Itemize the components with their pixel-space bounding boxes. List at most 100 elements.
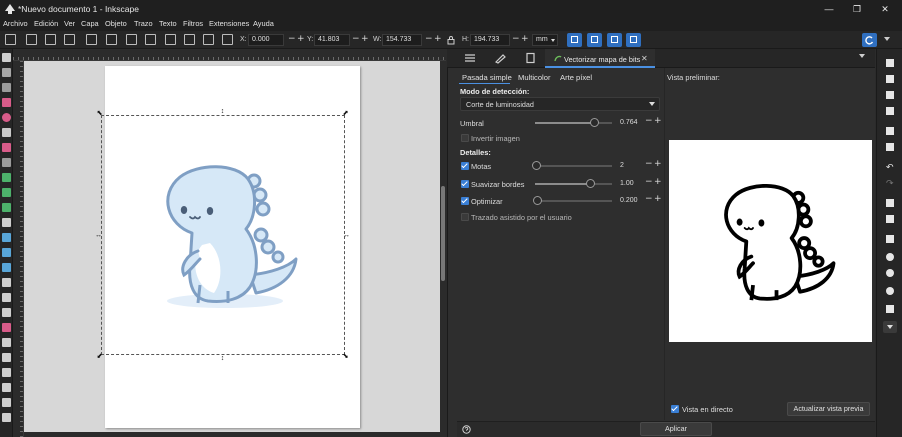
- zoom-icon[interactable]: [2, 338, 11, 347]
- lock-icon[interactable]: [446, 35, 456, 45]
- smooth-slider-track[interactable]: [535, 183, 612, 185]
- dropper-icon[interactable]: [2, 248, 11, 257]
- h-decrement[interactable]: −: [512, 34, 520, 44]
- optimize-value[interactable]: 0.200: [620, 197, 638, 204]
- document-properties-tab-icon[interactable]: [523, 52, 537, 64]
- scale-stroke-toggle[interactable]: [567, 33, 582, 47]
- spray-icon[interactable]: [2, 293, 11, 302]
- open-icon[interactable]: [886, 75, 894, 83]
- speckles-slider-knob[interactable]: [532, 161, 541, 170]
- unit-select[interactable]: mm: [532, 34, 558, 46]
- ellipse-icon[interactable]: [2, 113, 11, 122]
- menu-ayuda[interactable]: Ayuda: [253, 19, 274, 28]
- y-decrement[interactable]: −: [352, 34, 360, 44]
- copy-icon[interactable]: [886, 199, 894, 207]
- w-decrement[interactable]: −: [425, 34, 433, 44]
- scale-handle-se[interactable]: ⬊: [342, 353, 349, 360]
- y-field[interactable]: 41.803: [314, 34, 350, 46]
- lower-to-bottom-icon[interactable]: [203, 34, 214, 45]
- paint-bucket-icon[interactable]: [2, 263, 11, 272]
- move-patterns-toggle[interactable]: [626, 33, 641, 47]
- zoom-width-icon[interactable]: [886, 287, 894, 295]
- menu-capa[interactable]: Capa: [81, 19, 99, 28]
- threshold-slider-knob[interactable]: [590, 118, 599, 127]
- minimize-button[interactable]: —: [818, 2, 840, 16]
- scrollbar-thumb[interactable]: [441, 186, 445, 281]
- subtab-pasada-simple[interactable]: Pasada simple: [462, 73, 512, 82]
- tab-vectorizar[interactable]: Vectorizar mapa de bits ✕: [545, 49, 655, 68]
- maximize-button[interactable]: ❐: [846, 2, 868, 16]
- connector-icon[interactable]: [2, 308, 11, 317]
- paste-icon[interactable]: [886, 215, 894, 223]
- tweak-icon[interactable]: [2, 83, 11, 92]
- zoom-page-icon[interactable]: [886, 269, 894, 277]
- optimize-slider-track[interactable]: [535, 200, 612, 202]
- canvas-vertical-scrollbar[interactable]: [440, 61, 446, 432]
- zoom-selection-icon[interactable]: [886, 235, 894, 243]
- spiral-icon[interactable]: [2, 143, 11, 152]
- flip-horizontal-icon[interactable]: [106, 34, 117, 45]
- more-commands-button[interactable]: [883, 321, 897, 333]
- scale-handle-e[interactable]: ↔: [343, 232, 350, 239]
- menu-archivo[interactable]: Archivo: [3, 19, 28, 28]
- vertical-ruler[interactable]: [13, 61, 24, 437]
- scale-handle-ne[interactable]: ⬈: [342, 110, 349, 117]
- x-field[interactable]: 0.000: [248, 34, 284, 46]
- pen-icon[interactable]: [2, 173, 11, 182]
- selector-icon[interactable]: [2, 53, 11, 62]
- select-all-layers-icon[interactable]: [26, 34, 37, 45]
- fill-stroke-tab-icon[interactable]: [493, 52, 507, 64]
- menu-objeto[interactable]: Objeto: [105, 19, 127, 28]
- user-assisted-checkbox[interactable]: [461, 213, 469, 221]
- menu-trazo[interactable]: Trazo: [134, 19, 153, 28]
- smooth-value[interactable]: 1.00: [620, 180, 634, 187]
- threshold-increment[interactable]: +: [654, 116, 662, 126]
- deselect-icon[interactable]: [45, 34, 56, 45]
- raise-to-top-icon[interactable]: [145, 34, 156, 45]
- scale-handle-w[interactable]: ↔: [95, 232, 102, 239]
- subtab-multicolor[interactable]: Multicolor: [518, 73, 551, 82]
- smooth-increment[interactable]: +: [654, 177, 662, 187]
- optimize-increment[interactable]: +: [654, 194, 662, 204]
- h-field[interactable]: 194.733: [470, 34, 510, 46]
- menu-ver[interactable]: Ver: [64, 19, 75, 28]
- tab-close-icon[interactable]: ✕: [641, 54, 648, 63]
- import-icon[interactable]: [886, 127, 894, 135]
- threshold-decrement[interactable]: −: [645, 116, 653, 126]
- subtab-arte-pixel[interactable]: Arte píxel: [560, 73, 592, 82]
- threshold-value[interactable]: 0.764: [620, 119, 638, 126]
- raise-icon[interactable]: [165, 34, 176, 45]
- rect-icon[interactable]: [2, 98, 11, 107]
- smooth-decrement[interactable]: −: [645, 177, 653, 187]
- h-increment[interactable]: +: [521, 34, 529, 44]
- pencil-icon[interactable]: [2, 158, 11, 167]
- scale-handle-nw[interactable]: ⬉: [96, 110, 103, 117]
- menu-texto[interactable]: Texto: [159, 19, 177, 28]
- lower-icon[interactable]: [184, 34, 195, 45]
- optimize-checkbox[interactable]: [461, 197, 469, 205]
- invert-checkbox[interactable]: [461, 134, 469, 142]
- canvas-horizontal-scrollbar[interactable]: [24, 432, 440, 437]
- scale-handle-sw[interactable]: ⬋: [96, 353, 103, 360]
- flip-vertical-icon[interactable]: [126, 34, 137, 45]
- tool-extra-icon[interactable]: [2, 353, 11, 362]
- export-icon[interactable]: [886, 143, 894, 151]
- apply-button[interactable]: Aplicar: [640, 422, 712, 436]
- move-gradients-toggle[interactable]: [607, 33, 622, 47]
- layers-tab-icon[interactable]: [463, 52, 477, 64]
- scale-corners-toggle[interactable]: [587, 33, 602, 47]
- panel-divider[interactable]: [664, 68, 665, 420]
- align-icon[interactable]: [222, 34, 233, 45]
- undo-icon[interactable]: ↶: [886, 162, 894, 173]
- menu-extensiones[interactable]: Extensiones: [209, 19, 249, 28]
- help-icon[interactable]: [462, 425, 471, 434]
- optimize-decrement[interactable]: −: [645, 194, 653, 204]
- smooth-slider-knob[interactable]: [586, 179, 595, 188]
- x-decrement[interactable]: −: [288, 34, 296, 44]
- mesh-icon[interactable]: [2, 233, 11, 242]
- print-icon[interactable]: [886, 107, 894, 115]
- tab-menu-chevron-icon[interactable]: [859, 54, 865, 58]
- menu-edicion[interactable]: Edición: [34, 19, 58, 28]
- speckles-slider-track[interactable]: [535, 165, 612, 167]
- detection-mode-select[interactable]: Corte de luminosidad: [460, 97, 660, 111]
